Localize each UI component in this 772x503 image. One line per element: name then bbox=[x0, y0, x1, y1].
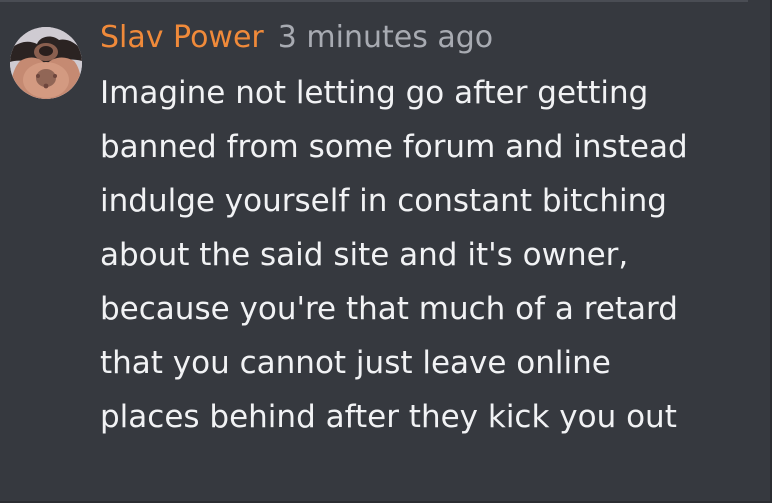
top-divider bbox=[0, 0, 748, 2]
message-content: Slav Power 3 minutes ago Imagine not let… bbox=[100, 14, 752, 444]
message-panel: Slav Power 3 minutes ago Imagine not let… bbox=[0, 0, 772, 503]
chat-message: Slav Power 3 minutes ago Imagine not let… bbox=[10, 14, 752, 444]
message-header: Slav Power 3 minutes ago bbox=[100, 14, 752, 62]
user-avatar[interactable] bbox=[10, 27, 82, 99]
avatar-icon bbox=[10, 27, 82, 99]
author-name[interactable]: Slav Power bbox=[100, 14, 264, 62]
message-body: Imagine not letting go after getting ban… bbox=[100, 75, 688, 435]
message-timestamp: 3 minutes ago bbox=[277, 20, 494, 55]
